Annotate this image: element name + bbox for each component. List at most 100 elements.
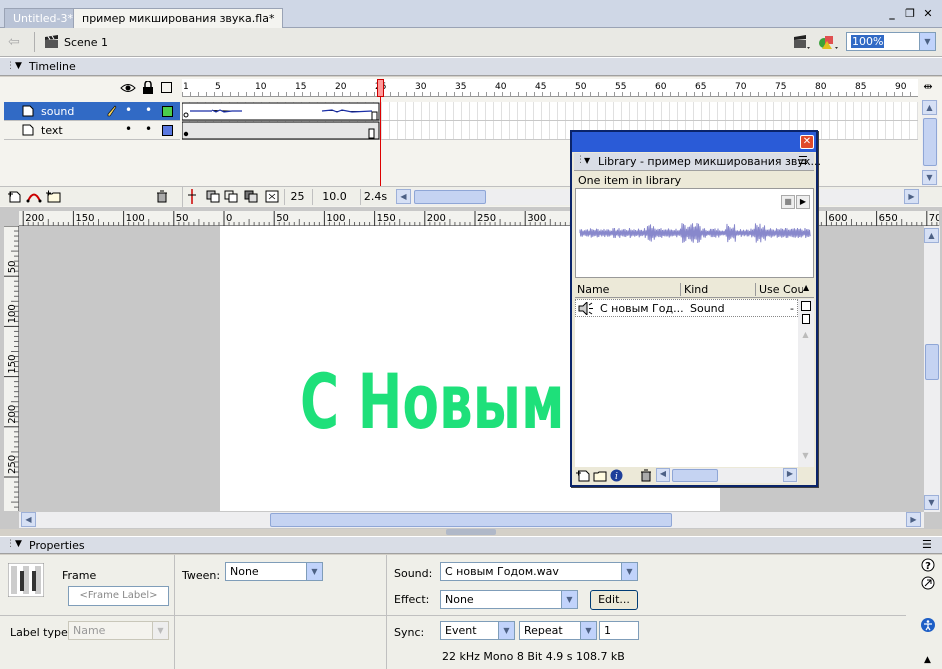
tab-sound-mixing-example[interactable]: пример микширования звука.fla* [73, 8, 284, 28]
stop-icon[interactable]: ■ [781, 195, 795, 209]
layer-row-sound[interactable]: sound • • [4, 102, 180, 121]
frame-label-input[interactable]: <Frame Label> [68, 586, 169, 606]
frame-number: 1 [183, 82, 189, 92]
edit-multiple-frames-icon[interactable] [244, 190, 258, 203]
library-item-row[interactable]: С новым Год... Sound - [575, 299, 798, 317]
frame-number: 30 [415, 82, 427, 92]
scroll-thumb[interactable] [672, 469, 718, 482]
layer-color-swatch[interactable] [162, 106, 173, 117]
properties-info-icon[interactable]: i [610, 469, 623, 482]
scroll-right-icon[interactable]: ▶ [783, 468, 797, 482]
insert-layer-icon[interactable] [8, 190, 22, 203]
panel-options-menu-icon[interactable]: ☰ [798, 154, 808, 167]
scroll-left-icon[interactable]: ◀ [656, 468, 670, 482]
scroll-left-icon[interactable]: ◀ [21, 512, 36, 527]
back-arrow-icon[interactable]: ⇦ [8, 35, 24, 49]
edit-bar: ⇦ Scene 1 100% ▼ [0, 28, 942, 57]
scroll-thumb[interactable] [925, 344, 939, 380]
minimize-icon[interactable]: _ [886, 8, 898, 20]
insert-layer-folder-icon[interactable] [46, 190, 62, 203]
scroll-thumb[interactable] [923, 118, 937, 166]
properties-panel-header[interactable]: ⋮ ▼ Properties ☰ [0, 536, 942, 554]
wide-view-icon[interactable] [801, 301, 811, 311]
library-list-area[interactable] [575, 317, 798, 467]
new-symbol-icon[interactable] [576, 469, 590, 482]
visibility-dot[interactable]: • [125, 122, 132, 136]
frame-number: 60 [655, 82, 667, 92]
trash-icon[interactable] [640, 469, 652, 482]
onion-skin-icon[interactable] [206, 190, 220, 203]
scroll-up-icon[interactable]: ▲ [924, 228, 939, 243]
waveform-preview [579, 223, 811, 243]
play-icon[interactable]: ▶ [796, 195, 810, 209]
label-type-select: Name ▼ [68, 621, 169, 640]
onion-skin-outlines-icon[interactable] [224, 190, 238, 203]
scroll-left-icon[interactable]: ◀ [396, 189, 411, 204]
timeline-vertical-scrollbar[interactable]: ▲ ▼ [922, 100, 938, 186]
repeat-count-input[interactable]: 1 [599, 621, 639, 640]
edit-scene-icon[interactable] [792, 33, 810, 51]
modify-onion-markers-icon[interactable] [265, 190, 279, 203]
playhead[interactable] [377, 79, 384, 97]
expand-triangle-icon[interactable]: ▲ [924, 655, 931, 665]
scroll-thumb[interactable] [270, 513, 672, 527]
frame-rate-readout[interactable]: 10.0 fps [312, 189, 356, 219]
lock-dot[interactable]: • [145, 122, 152, 136]
restore-icon[interactable]: ❐ [904, 8, 916, 20]
new-folder-icon[interactable] [592, 469, 607, 482]
stage-horizontal-scrollbar[interactable]: ◀ ▶ [19, 512, 924, 528]
frames-row-sound[interactable] [182, 102, 918, 121]
scroll-up-icon[interactable]: ▲ [922, 100, 937, 115]
scroll-right-icon[interactable]: ▶ [906, 512, 921, 527]
sync-select[interactable]: Event ▼ [440, 621, 515, 640]
sort-arrow-icon[interactable]: ▲ [803, 283, 809, 292]
close-icon[interactable]: ✕ [922, 8, 934, 20]
accessibility-icon[interactable] [921, 618, 935, 632]
outline-square-icon[interactable] [161, 82, 172, 93]
narrow-view-icon[interactable] [802, 314, 810, 324]
tween-select[interactable]: None ▼ [225, 562, 323, 581]
edit-symbols-icon[interactable] [818, 33, 840, 51]
library-header[interactable]: ⋮ ▼ Library - пример микширования звук..… [574, 153, 821, 171]
sound-select[interactable]: С новым Годом.wav ▼ [440, 562, 638, 581]
panel-options-menu-icon[interactable]: ☰ [922, 538, 932, 551]
library-vertical-scrollbar[interactable]: ▲ ▼ [798, 299, 814, 467]
center-frame-icon[interactable] [186, 189, 198, 204]
scroll-right-icon[interactable]: ▶ [904, 189, 919, 204]
column-use-count[interactable]: Use Cou [759, 283, 803, 296]
trash-icon[interactable] [156, 190, 168, 203]
show-hide-eye-icon[interactable] [120, 82, 136, 94]
effect-select[interactable]: None ▼ [440, 590, 578, 609]
scene-label: Scene 1 [64, 36, 109, 49]
repeat-select[interactable]: Repeat ▼ [519, 621, 597, 640]
scroll-up-icon[interactable]: ▲ [798, 330, 813, 345]
visibility-dot[interactable]: • [125, 103, 132, 117]
scroll-thumb[interactable] [414, 190, 486, 204]
scroll-down-icon[interactable]: ▼ [924, 495, 939, 510]
library-horizontal-scrollbar[interactable]: ◀ ▶ [656, 468, 798, 483]
help-icon[interactable]: ? [921, 558, 935, 572]
stage-text-new-year[interactable]: С Новым Годом [300, 352, 777, 452]
close-icon[interactable]: ✕ [800, 135, 814, 149]
edit-envelope-button[interactable]: Edit... [590, 590, 638, 610]
scroll-down-icon[interactable]: ▼ [922, 170, 937, 185]
lock-dot[interactable]: • [145, 103, 152, 117]
chevron-down-icon: ▼ [561, 591, 577, 608]
frame-view-options-icon[interactable]: ⇹ [918, 80, 938, 97]
add-motion-guide-icon[interactable] [26, 190, 42, 203]
lock-icon[interactable] [142, 80, 154, 94]
layer-color-swatch[interactable] [162, 125, 173, 136]
stage-vertical-scrollbar[interactable]: ▲ ▼ [924, 226, 940, 512]
timeline-panel-header[interactable]: ⋮ ▼ Timeline [0, 57, 942, 76]
column-name[interactable]: Name [577, 283, 681, 296]
zoom-select[interactable]: 100% ▼ [846, 32, 936, 51]
library-titlebar[interactable]: ✕ [572, 132, 816, 152]
tab-untitled-3[interactable]: Untitled-3* [4, 8, 82, 28]
edit-in-place-icon[interactable] [921, 576, 935, 590]
column-kind[interactable]: Kind [684, 283, 756, 296]
scroll-down-icon[interactable]: ▼ [798, 451, 813, 466]
panel-splitter-handle[interactable] [446, 529, 496, 535]
layer-row-text[interactable]: text • • [4, 121, 180, 140]
library-panel[interactable]: ✕ ⋮ ▼ Library - пример микширования звук… [570, 130, 821, 487]
frame-ruler[interactable]: 151015202530354045505560657075808590 [182, 79, 918, 97]
